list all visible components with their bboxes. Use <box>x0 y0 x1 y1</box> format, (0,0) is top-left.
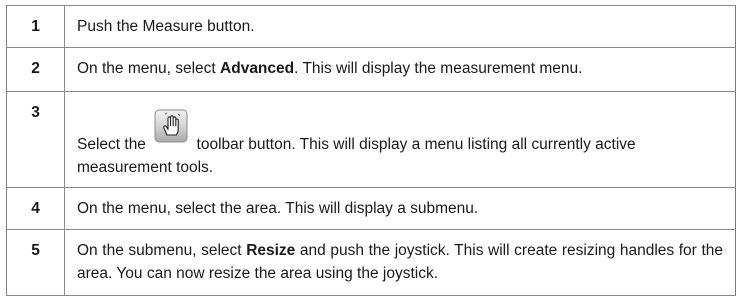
step-text-before: Select the <box>77 136 151 153</box>
step-row: 1 Push the Measure button. <box>6 5 736 48</box>
step-text-before: On the menu, select <box>77 60 221 77</box>
step-text-before: On the submenu, select <box>77 242 247 259</box>
step-text: Push the Measure button. <box>64 5 736 48</box>
step-text: On the submenu, select Resize and push t… <box>64 229 736 296</box>
step-number: 5 <box>6 229 65 296</box>
step-text: On the menu, select the area. This will … <box>64 187 736 230</box>
menu-item-resize: Resize <box>246 242 296 259</box>
step-row: 5 On the submenu, select Resize and push… <box>6 229 736 296</box>
hand-cursor-icon <box>154 109 188 143</box>
step-text-after: . This will display the measurement menu… <box>294 60 583 77</box>
menu-item-advanced: Advanced <box>220 60 295 77</box>
step-number: 1 <box>6 5 65 48</box>
step-number: 3 <box>6 91 65 188</box>
step-text: On the menu, select Advanced. This will … <box>64 47 736 92</box>
step-row: 2 On the menu, select Advanced. This wil… <box>6 47 736 92</box>
step-row: 4 On the menu, select the area. This wil… <box>6 187 736 230</box>
step-number: 2 <box>6 47 65 92</box>
step-number: 4 <box>6 187 65 230</box>
step-text: Select the toolbar button. This will dis… <box>64 91 736 188</box>
step-row: 3 Select the toolbar button. This will d… <box>6 91 736 188</box>
steps-table: 1 Push the Measure button. 2 On the menu… <box>6 5 736 296</box>
